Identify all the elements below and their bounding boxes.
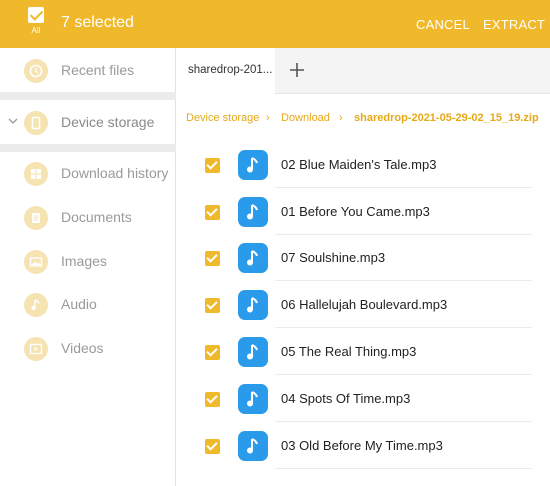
divider [275,280,532,281]
sidebar-item-images[interactable]: Images [0,241,176,281]
sidebar-item-download-history[interactable]: Download history [0,153,176,193]
list-item[interactable]: 02 Blue Maiden's Tale.mp3 [177,142,550,188]
add-tab-icon[interactable] [285,58,309,82]
extract-button[interactable]: EXTRACT [483,17,545,32]
sidebar-item-label: Images [61,253,107,269]
divider [275,327,532,328]
sidebar-item-label: Download history [61,165,169,181]
action-bar: All 7 selected CANCEL EXTRACT [0,0,550,48]
list-item[interactable]: 06 Hallelujah Boulevard.mp3 [177,282,550,328]
divider [275,187,532,188]
sidebar: Recent files Device storage Download his… [0,48,176,486]
tab-label: sharedrop-201... [188,64,273,76]
tab-bar: sharedrop-201... [177,48,550,94]
divider [275,468,532,469]
divider [275,374,532,375]
sidebar-item-label: Device storage [61,114,155,130]
checkbox-checked-icon[interactable] [205,439,220,454]
sidebar-item-audio[interactable]: Audio [0,284,176,324]
sidebar-item-videos[interactable]: Videos [0,328,176,368]
divider [275,421,532,422]
breadcrumb-chevron-icon: › [266,112,270,124]
breadcrumb-item-download[interactable]: Download [281,112,330,124]
file-name: 04 Spots Of Time.mp3 [281,391,411,406]
list-item[interactable]: 01 Before You Came.mp3 [177,189,550,235]
image-icon [24,250,48,274]
checkbox-checked-icon[interactable] [205,205,220,220]
file-name: 03 Old Before My Time.mp3 [281,438,443,453]
music-file-icon [238,384,268,414]
checkbox-checked-icon[interactable] [205,158,220,173]
list-item[interactable]: 07 Soulshine.mp3 [177,235,550,281]
file-name: 06 Hallelujah Boulevard.mp3 [281,297,448,312]
phone-icon [24,111,48,135]
breadcrumb: Device storage › Download › sharedrop-20… [177,104,550,132]
music-file-icon [238,431,268,461]
tab-archive[interactable]: sharedrop-201... [177,48,275,94]
breadcrumb-item-current: sharedrop-2021-05-29-02_15_19.zip [354,112,539,124]
checkbox-checked-icon[interactable] [205,345,220,360]
video-icon [24,337,48,361]
sidebar-item-label: Audio [61,296,97,312]
sidebar-item-device-storage[interactable]: Device storage [0,102,176,142]
cancel-button[interactable]: CANCEL [416,17,470,32]
checkbox-checked-icon [28,7,44,23]
checkbox-checked-icon[interactable] [205,298,220,313]
file-name: 01 Before You Came.mp3 [281,204,430,219]
music-file-icon [238,243,268,273]
list-item[interactable]: 03 Old Before My Time.mp3 [177,423,550,469]
breadcrumb-chevron-icon: › [339,112,343,124]
music-file-icon [238,290,268,320]
download-history-icon [24,162,48,186]
sidebar-item-label: Documents [61,209,132,225]
file-name: 02 Blue Maiden's Tale.mp3 [281,157,437,172]
music-file-icon [238,197,268,227]
document-icon [24,206,48,230]
file-name: 05 The Real Thing.mp3 [281,344,417,359]
sidebar-divider [0,92,176,100]
select-all-label: All [31,26,41,35]
breadcrumb-item-device-storage[interactable]: Device storage [186,112,259,124]
clock-icon [24,59,48,83]
select-all-checkbox[interactable]: All [26,7,46,43]
sidebar-item-recent-files[interactable]: Recent files [0,50,176,90]
sidebar-divider [0,144,176,152]
sidebar-item-documents[interactable]: Documents [0,197,176,237]
file-name: 07 Soulshine.mp3 [281,250,386,265]
music-file-icon [238,337,268,367]
list-item[interactable]: 04 Spots Of Time.mp3 [177,376,550,422]
chevron-down-icon[interactable] [8,116,18,126]
checkbox-checked-icon[interactable] [205,251,220,266]
sidebar-item-label: Videos [61,340,104,356]
music-file-icon [238,150,268,180]
sidebar-item-label: Recent files [61,62,135,78]
checkbox-checked-icon[interactable] [205,392,220,407]
list-item[interactable]: 05 The Real Thing.mp3 [177,329,550,375]
music-icon [24,293,48,317]
selected-count: 7 selected [61,14,134,31]
